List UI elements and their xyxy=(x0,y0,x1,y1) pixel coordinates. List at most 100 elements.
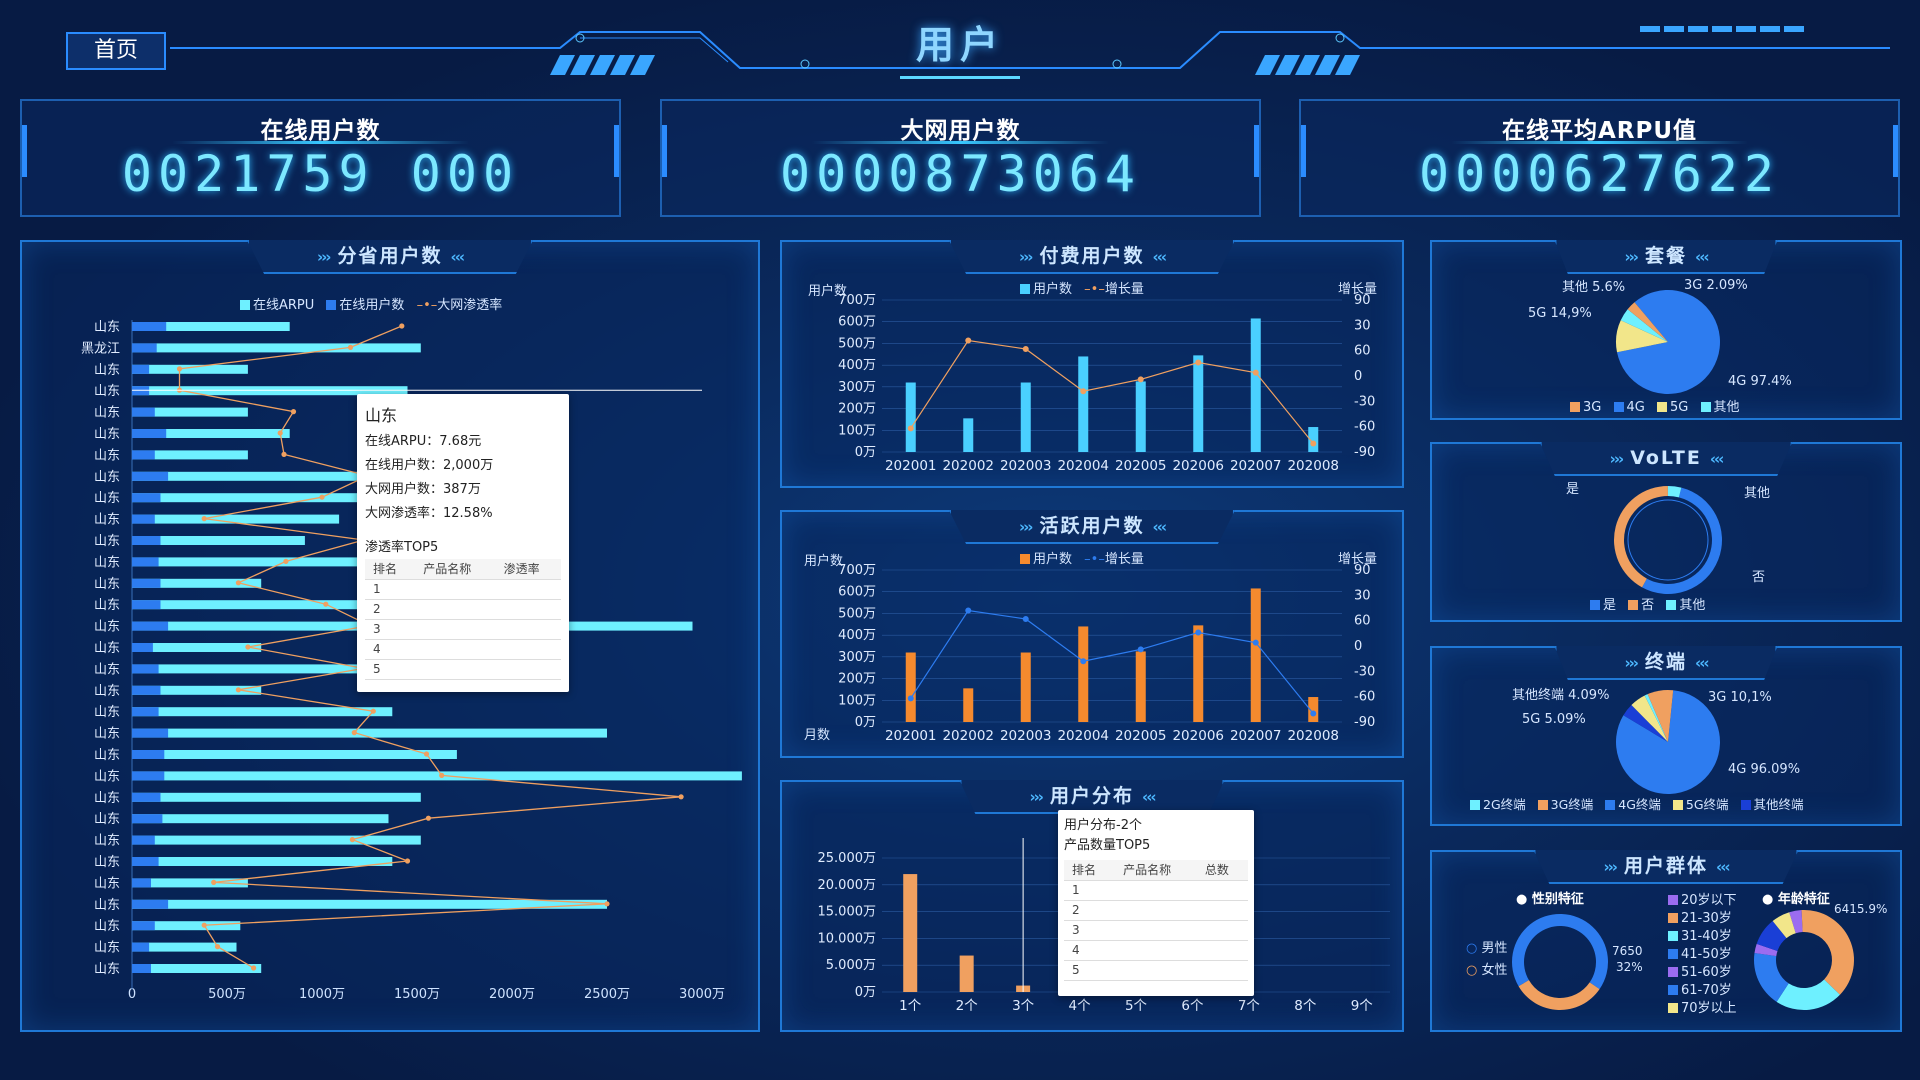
table-row: 1 xyxy=(365,579,561,600)
legend-male[interactable]: 男性 xyxy=(1481,941,1507,956)
legend-2g[interactable]: 2G终端 xyxy=(1483,797,1526,812)
category-label: 山东 xyxy=(94,598,120,613)
legend-4g[interactable]: 4G终端 xyxy=(1618,797,1661,812)
legend-female[interactable]: 女性 xyxy=(1481,963,1507,978)
male-swatch: ○ xyxy=(1466,941,1478,956)
legend-5g[interactable]: 5G终端 xyxy=(1686,797,1729,812)
y2-tick-label: 30 xyxy=(1354,588,1371,603)
legend-age[interactable]: 70岁以上 xyxy=(1681,1001,1737,1016)
users-bar xyxy=(132,878,151,888)
tooltip-arpu: 在线ARPU：7.68元 xyxy=(365,434,482,449)
4g-swatch xyxy=(1613,402,1624,412)
legend-age[interactable]: 31-40岁 xyxy=(1681,929,1732,944)
users-bar xyxy=(132,471,169,481)
x-tick-label: 2500万 xyxy=(584,987,630,1002)
x-tick-label: 202005 xyxy=(1115,728,1167,744)
user-distribution-panel: ››› 用户分布 ‹‹‹ 25.000万 20.000万 15.000万 10.000万 5… xyxy=(780,780,1404,1032)
users-bar xyxy=(132,343,157,353)
category-label: 山东 xyxy=(94,705,120,720)
top5-table: 排名 产品名称 总数 1 2 3 4 5 xyxy=(1064,860,1248,981)
gender-value: 7650 xyxy=(1612,944,1643,958)
users-bar xyxy=(132,322,167,331)
category-label: 山东 xyxy=(94,684,120,699)
legend-age[interactable]: 61-70岁 xyxy=(1681,983,1732,998)
user-bar xyxy=(1135,381,1146,452)
legend-3g[interactable]: 3G终端 xyxy=(1551,797,1594,812)
table-row: 5 xyxy=(1064,960,1248,981)
pkg-label-4g: 4G 97.4% xyxy=(1728,374,1792,389)
y-tick-label: 0万 xyxy=(855,985,876,1000)
rate-point xyxy=(439,772,445,779)
distribution-tooltip: 用户分布-2个 产品数量TOP5 排名 产品名称 总数 1 2 3 4 5 xyxy=(1058,810,1254,996)
legend-age[interactable]: 20岁以下 xyxy=(1681,893,1737,908)
x-tick-label: 3个 xyxy=(1012,998,1035,1014)
volte-label-yes: 是 xyxy=(1566,482,1580,497)
rate-point xyxy=(283,558,289,564)
user-bar xyxy=(1020,382,1031,452)
rate-point xyxy=(290,409,297,415)
gender-legend: ○ 男性 ○ 女性 xyxy=(1466,938,1508,982)
yes-swatch xyxy=(1590,600,1600,610)
volte-label-other: 其他 xyxy=(1744,486,1771,501)
legend-other[interactable]: 其他 xyxy=(1714,400,1740,415)
category-label: 山东 xyxy=(94,769,120,784)
users-bar xyxy=(132,557,159,567)
col-rank: 排名 xyxy=(365,559,416,580)
legend-age[interactable]: 51-60岁 xyxy=(1681,965,1732,980)
arpu-bar xyxy=(132,792,421,802)
users-bar xyxy=(132,771,165,781)
age-swatch xyxy=(1668,949,1678,959)
x-tick-label: 1500万 xyxy=(394,987,440,1002)
legend-age[interactable]: 41-50岁 xyxy=(1681,947,1732,962)
category-label: 山东 xyxy=(94,962,120,977)
active-users-panel: ››› 活跃用户数 ‹‹‹ 用户数 –•–增长量 用户数 增长量 月数 700万 60… xyxy=(780,510,1404,758)
rate-point xyxy=(370,708,376,714)
home-button[interactable]: 首页 xyxy=(66,32,166,70)
age-swatch xyxy=(1668,985,1678,995)
term-label-4g: 4G 96.09% xyxy=(1728,762,1801,777)
rate-point xyxy=(399,323,405,329)
rate-point xyxy=(678,794,684,800)
rate-point xyxy=(245,644,251,650)
y-tick-label: 300万 xyxy=(838,380,876,395)
rank-cell: 3 xyxy=(1064,920,1116,941)
user-bar xyxy=(963,418,974,452)
growth-point xyxy=(1080,658,1087,665)
category-label: 山东 xyxy=(94,427,120,442)
category-label: 山东 xyxy=(94,620,120,635)
kpi-value: 0000627622 xyxy=(1418,145,1781,203)
legend-no[interactable]: 否 xyxy=(1641,598,1654,613)
growth-point xyxy=(965,607,972,614)
y2-tick-label: -30 xyxy=(1354,664,1375,679)
y-tick-label: 600万 xyxy=(838,585,876,600)
rank-cell: 1 xyxy=(365,579,416,600)
legend-3g[interactable]: 3G xyxy=(1583,400,1601,415)
other-swatch xyxy=(1700,402,1711,412)
y-tick-label: 100万 xyxy=(838,693,876,708)
y-tick-label: 15.000万 xyxy=(818,905,877,920)
growth-point xyxy=(907,425,914,432)
3g-swatch xyxy=(1570,402,1580,412)
x-tick-label: 202004 xyxy=(1057,728,1109,744)
legend-other[interactable]: 其他终端 xyxy=(1754,797,1804,812)
x-tick-label: 202008 xyxy=(1287,458,1339,474)
rate-point xyxy=(349,837,355,843)
arpu-bar xyxy=(132,471,387,481)
legend-age[interactable]: 21-30岁 xyxy=(1681,911,1732,926)
terminal-legend: 2G终端 3G终端 4G终端 5G终端 其他终端 xyxy=(1462,794,1804,813)
rate-point xyxy=(251,965,257,971)
legend-5g[interactable]: 5G xyxy=(1670,400,1688,415)
tooltip-broadband: 大网用户数：387万 xyxy=(365,482,481,497)
x-tick-label: 202004 xyxy=(1057,458,1109,474)
y2-tick-label: 60 xyxy=(1354,344,1371,359)
category-label: 山东 xyxy=(94,812,120,827)
kpi-divider xyxy=(812,141,1109,144)
legend-4g[interactable]: 4G xyxy=(1627,400,1645,415)
legend-other[interactable]: 其他 xyxy=(1679,598,1705,613)
users-bar xyxy=(132,750,165,759)
growth-point xyxy=(1137,646,1144,653)
y2-tick-label: 60 xyxy=(1354,614,1371,629)
3g-swatch xyxy=(1537,800,1548,810)
table-row: 2 xyxy=(1064,900,1248,921)
legend-yes[interactable]: 是 xyxy=(1603,598,1616,613)
